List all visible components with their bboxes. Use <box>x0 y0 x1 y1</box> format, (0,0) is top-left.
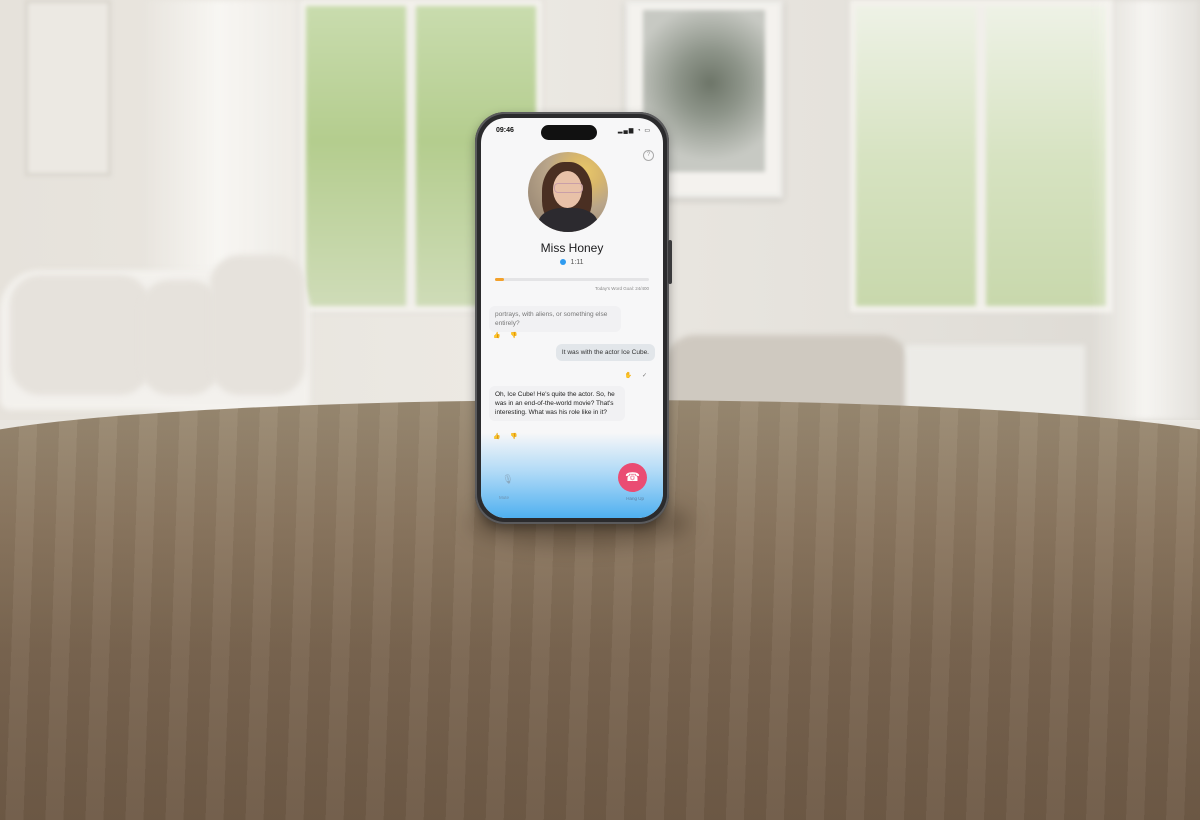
cushion <box>10 275 150 395</box>
word-goal-progress <box>495 278 649 281</box>
phone: 09:46 ▂▄▆ ◔ ▭ ? Miss Honey 1:11 Today's … <box>475 112 672 524</box>
call-duration: 1:11 <box>570 259 584 266</box>
signal-wifi-battery-icon: ▂▄▆ ◔ ▭ <box>617 128 651 134</box>
cushion <box>140 280 220 395</box>
caller-name: Miss Honey <box>540 241 604 255</box>
user-message: It was with the actor Ice Cube. <box>555 344 655 361</box>
word-goal-label: Today's Word Goal: 24/400 <box>594 286 649 291</box>
help-icon[interactable]: ? <box>643 150 654 161</box>
window-right <box>850 0 1112 312</box>
ai-message: portrays, with aliens, or something else… <box>489 306 621 332</box>
phone-screen: 09:46 ▂▄▆ ◔ ▭ ? Miss Honey 1:11 Today's … <box>481 118 663 518</box>
hang-up-button[interactable]: ☎ <box>618 463 647 492</box>
curtain-right <box>1090 0 1200 420</box>
side-button <box>668 240 672 284</box>
word-goal-fill <box>495 278 505 281</box>
mute-label: Mute <box>499 495 510 500</box>
phone-hangup-icon: ☎ <box>625 470 640 484</box>
hand-check-icon[interactable]: ✋ ✓ <box>625 372 651 379</box>
status-time: 09:46 <box>496 127 514 134</box>
call-timer: 1:11 <box>481 259 663 266</box>
picture-frame-left <box>25 0 111 176</box>
status-bar: 09:46 ▂▄▆ ◔ ▭ <box>481 124 663 140</box>
live-dot-icon <box>560 259 567 265</box>
avatar <box>528 152 608 232</box>
thumbs-up-down-icon[interactable]: 👍 👎 <box>493 332 522 339</box>
hang-up-label: Hang Up <box>626 496 644 501</box>
cushion <box>210 255 305 395</box>
mic-icon[interactable]: 🎙 <box>501 474 515 488</box>
ai-message: Oh, Ice Cube! He's quite the actor. So, … <box>489 386 625 421</box>
